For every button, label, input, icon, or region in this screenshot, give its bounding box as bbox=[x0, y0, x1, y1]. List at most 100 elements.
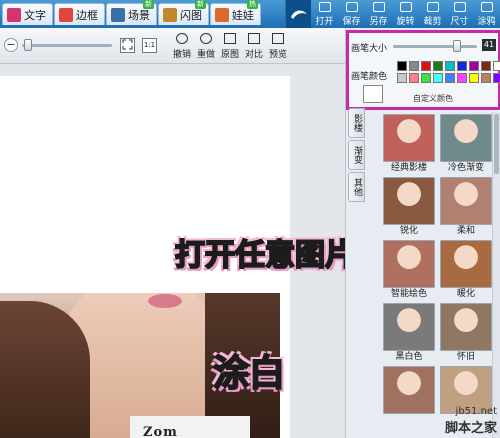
toolbar-label: 尺寸 bbox=[450, 17, 469, 27]
color-swatch[interactable] bbox=[421, 61, 431, 71]
effect-thumbnail[interactable] bbox=[440, 240, 492, 288]
effect-label: 锐化 bbox=[399, 226, 418, 236]
top-bar: 文字 边框 场景新闪图新娃娃热 打开 保存 另存 旋转 裁剪 尺寸 涂鸦 bbox=[0, 0, 500, 28]
pen-size-slider[interactable] bbox=[393, 40, 477, 52]
color-swatch[interactable] bbox=[493, 61, 500, 71]
overlay-title: 打开任意图片 bbox=[174, 237, 356, 274]
scene-icon bbox=[111, 7, 125, 22]
open-icon bbox=[318, 2, 331, 12]
effect-thumbnail[interactable] bbox=[383, 177, 435, 225]
frame-icon bbox=[59, 7, 73, 22]
color-swatch[interactable] bbox=[481, 61, 491, 71]
resize-button[interactable]: 尺寸 bbox=[446, 0, 473, 28]
tab-scene[interactable]: 场景新 bbox=[106, 0, 157, 25]
edit-button-label: 预览 bbox=[268, 50, 287, 60]
color-swatch[interactable] bbox=[433, 73, 443, 83]
zoom-slider-handle[interactable] bbox=[24, 39, 32, 51]
effect-grid: 经典影楼 冷色渐变锐化 柔和智能绘色 暖化黑白色 怀旧 bbox=[383, 114, 493, 427]
color-swatch[interactable] bbox=[433, 61, 443, 71]
main-toolbar: 打开 保存 另存 旋转 裁剪 尺寸 涂鸦 bbox=[285, 0, 500, 28]
current-color-swatch[interactable] bbox=[363, 85, 383, 103]
effect-label: 智能绘色 bbox=[390, 289, 427, 299]
effect-item[interactable]: 黑白色 bbox=[383, 303, 435, 364]
color-swatch[interactable] bbox=[493, 73, 500, 83]
crop-button[interactable]: 裁剪 bbox=[419, 0, 446, 28]
effect-label: 经典影楼 bbox=[390, 163, 427, 173]
toolbar-label: 涂鸦 bbox=[477, 17, 496, 27]
effect-thumbnail[interactable] bbox=[440, 177, 492, 225]
logo-icon bbox=[285, 0, 311, 28]
custom-color-link[interactable]: 自定义颜色 bbox=[413, 93, 453, 104]
tab-label: 文字 bbox=[24, 8, 46, 22]
color-swatch[interactable] bbox=[469, 61, 479, 71]
scrollbar-thumb[interactable] bbox=[494, 114, 499, 174]
undo-button[interactable]: 撤销 bbox=[170, 32, 194, 60]
rotate-icon bbox=[399, 2, 412, 12]
effect-item[interactable]: 暖化 bbox=[440, 240, 492, 301]
color-swatch[interactable] bbox=[445, 61, 455, 71]
photo-lips bbox=[148, 294, 182, 308]
color-swatch[interactable] bbox=[469, 73, 479, 83]
tab-badge: 新 bbox=[195, 0, 206, 9]
redo-button[interactable]: 重做 bbox=[194, 32, 218, 60]
effects-scrollbar[interactable] bbox=[492, 112, 500, 438]
effect-label: 暖化 bbox=[456, 289, 475, 299]
pen-size-value[interactable]: 41 bbox=[482, 39, 496, 51]
effect-item[interactable]: 柔和 bbox=[440, 177, 492, 238]
fit-window-button[interactable] bbox=[120, 38, 135, 53]
effect-thumbnail[interactable] bbox=[383, 240, 435, 288]
color-swatch[interactable] bbox=[481, 73, 491, 83]
pen-size-handle[interactable] bbox=[453, 40, 461, 52]
effect-thumbnail[interactable] bbox=[383, 366, 435, 414]
color-palette bbox=[397, 61, 500, 83]
side-tab[interactable]: 渐变 bbox=[348, 140, 365, 170]
doodle-button[interactable]: 涂鸦 bbox=[473, 0, 500, 28]
color-swatch[interactable] bbox=[457, 61, 467, 71]
preview-button[interactable]: 预览 bbox=[266, 32, 290, 60]
color-swatch[interactable] bbox=[397, 61, 407, 71]
effect-item[interactable]: 冷色渐变 bbox=[440, 114, 492, 175]
color-swatch[interactable] bbox=[409, 73, 419, 83]
redo-icon bbox=[200, 33, 212, 44]
compare-button[interactable]: 对比 bbox=[242, 32, 266, 60]
watermark-name: 脚本之家 bbox=[444, 421, 497, 436]
open-button[interactable]: 打开 bbox=[311, 0, 338, 28]
color-swatch[interactable] bbox=[445, 73, 455, 83]
zoom-out-button[interactable]: − bbox=[4, 38, 18, 52]
toolbar-label: 另存 bbox=[369, 17, 388, 27]
color-swatch[interactable] bbox=[457, 73, 467, 83]
canvas-area[interactable]: Zom 打开任意图片 涂白 bbox=[0, 64, 356, 438]
original-button[interactable]: 原图 bbox=[218, 32, 242, 60]
tab-doll[interactable]: 娃娃热 bbox=[210, 0, 261, 25]
edit-button-label: 重做 bbox=[196, 50, 215, 60]
edit-toolbar: − 1:1 撤销 重做 原图 对比 预览 bbox=[0, 28, 345, 64]
side-tab[interactable]: 影楼 bbox=[348, 108, 365, 138]
effect-item[interactable] bbox=[383, 366, 435, 427]
whiteout-edge bbox=[0, 271, 290, 293]
effect-item[interactable]: 锐化 bbox=[383, 177, 435, 238]
tab-text[interactable]: 文字 bbox=[2, 3, 53, 25]
effect-thumbnail[interactable] bbox=[440, 114, 492, 162]
color-swatch[interactable] bbox=[409, 61, 419, 71]
color-swatch[interactable] bbox=[421, 73, 431, 83]
color-swatch[interactable] bbox=[397, 73, 407, 83]
rotate-button[interactable]: 旋转 bbox=[392, 0, 419, 28]
actual-size-button[interactable]: 1:1 bbox=[142, 38, 157, 53]
effect-item[interactable]: 经典影楼 bbox=[383, 114, 435, 175]
crop-icon bbox=[426, 2, 439, 12]
toolbar-label: 裁剪 bbox=[423, 17, 442, 27]
effect-label: 柔和 bbox=[456, 226, 475, 236]
zoom-slider[interactable] bbox=[22, 39, 112, 51]
side-tab[interactable]: 其他 bbox=[348, 172, 365, 202]
tab-frame[interactable]: 边框 bbox=[54, 3, 105, 25]
save-as-icon bbox=[372, 2, 385, 12]
save-button[interactable]: 保存 bbox=[338, 0, 365, 28]
effect-item[interactable]: 智能绘色 bbox=[383, 240, 435, 301]
watermark-url: jb51.net bbox=[455, 406, 497, 417]
effect-thumbnail[interactable] bbox=[383, 303, 435, 351]
tab-flash[interactable]: 闪图新 bbox=[158, 0, 209, 25]
effect-item[interactable]: 怀旧 bbox=[440, 303, 492, 364]
effect-thumbnail[interactable] bbox=[440, 303, 492, 351]
effect-thumbnail[interactable] bbox=[383, 114, 435, 162]
save-as-button[interactable]: 另存 bbox=[365, 0, 392, 28]
